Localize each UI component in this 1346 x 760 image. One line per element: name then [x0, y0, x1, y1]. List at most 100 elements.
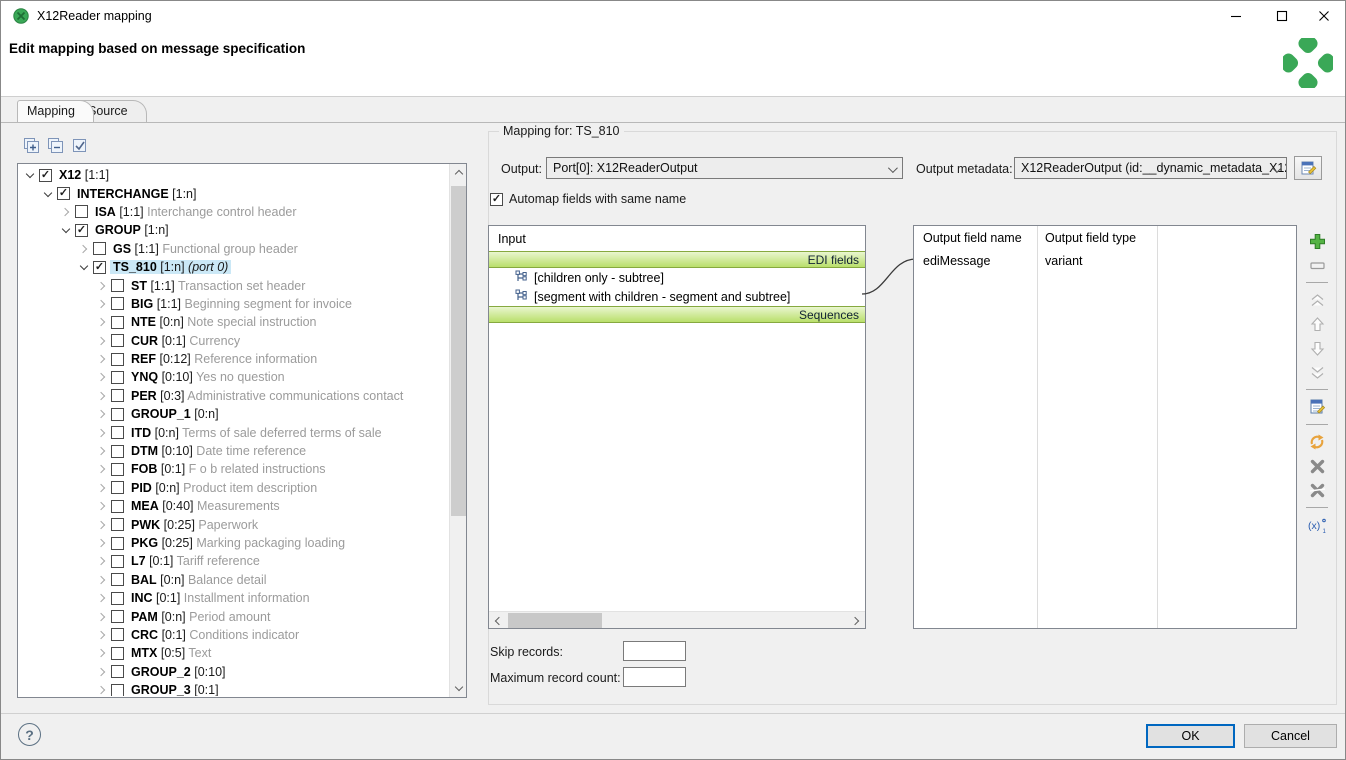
tree-item-ST[interactable]: ST [1:1] Transaction set header — [18, 276, 449, 294]
tree-checkbox[interactable] — [111, 647, 124, 660]
input-mapping-option[interactable]: [segment with children - segment and sub… — [489, 287, 865, 306]
tree-checkbox[interactable] — [111, 481, 124, 494]
expand-arrow-icon[interactable] — [94, 609, 110, 625]
tree-item-ITD[interactable]: ITD [0:n] Terms of sale deferred terms o… — [18, 423, 449, 441]
tree-item-PWK[interactable]: PWK [0:25] Paperwork — [18, 515, 449, 533]
expand-arrow-icon[interactable] — [94, 443, 110, 459]
tree-checkbox[interactable] — [111, 353, 124, 366]
scroll-right-icon[interactable] — [848, 612, 865, 629]
select-metadata-icon[interactable] — [1307, 397, 1327, 417]
maximize-button[interactable] — [1265, 1, 1299, 31]
skip-records-input[interactable] — [623, 641, 686, 661]
expand-arrow-icon[interactable] — [94, 535, 110, 551]
tree-checkbox[interactable] — [111, 518, 124, 531]
expand-arrow-icon[interactable] — [94, 388, 110, 404]
tree-item-CUR[interactable]: CUR [0:1] Currency — [18, 332, 449, 350]
minimize-button[interactable] — [1219, 1, 1253, 31]
automap-checkbox[interactable]: ✓ — [490, 193, 503, 206]
tree-item-YNQ[interactable]: YNQ [0:10] Yes no question — [18, 368, 449, 386]
tree-item-PID[interactable]: PID [0:n] Product item description — [18, 479, 449, 497]
tree-item-ISA[interactable]: ISA [1:1] Interchange control header — [18, 203, 449, 221]
tree-item-BIG[interactable]: BIG [1:1] Beginning segment for invoice — [18, 295, 449, 313]
expand-arrow-icon[interactable] — [94, 682, 110, 696]
tree-checkbox[interactable] — [111, 610, 124, 623]
tree-checkbox[interactable] — [111, 279, 124, 292]
collapse-arrow-icon[interactable] — [22, 167, 38, 183]
tree-item-GROUP_1[interactable]: GROUP_1 [0:n] — [18, 405, 449, 423]
expand-arrow-icon[interactable] — [94, 498, 110, 514]
tree-checkbox[interactable] — [111, 445, 124, 458]
tree-checkbox[interactable] — [111, 684, 124, 696]
tree-checkbox[interactable] — [111, 389, 124, 402]
tree-item-CRC[interactable]: CRC [0:1] Conditions indicator — [18, 626, 449, 644]
input-horizontal-scrollbar[interactable] — [489, 611, 865, 628]
tree-item-DTM[interactable]: DTM [0:10] Date time reference — [18, 442, 449, 460]
output-field-table[interactable]: Output field name Output field type ediM… — [913, 225, 1297, 629]
cancel-automap-icon[interactable] — [1307, 456, 1327, 476]
tree-checkbox[interactable] — [111, 371, 124, 384]
expand-arrow-icon[interactable] — [94, 461, 110, 477]
collapse-arrow-icon[interactable] — [76, 259, 92, 275]
move-down-icon[interactable] — [1307, 338, 1327, 358]
tree-item-MTX[interactable]: MTX [0:5] Text — [18, 644, 449, 662]
expand-arrow-icon[interactable] — [94, 351, 110, 367]
tree-item-FOB[interactable]: FOB [0:1] F o b related instructions — [18, 460, 449, 478]
tree-checkbox[interactable] — [111, 408, 124, 421]
expand-arrow-icon[interactable] — [94, 645, 110, 661]
expand-arrow-icon[interactable] — [94, 369, 110, 385]
tree-item-GROUP_3[interactable]: GROUP_3 [0:1] — [18, 681, 449, 696]
tree-item-INC[interactable]: INC [0:1] Installment information — [18, 589, 449, 607]
tree-checkbox[interactable]: ✓ — [93, 261, 106, 274]
tree-item-GROUP[interactable]: ✓GROUP [1:n] — [18, 221, 449, 239]
ok-button[interactable]: OK — [1146, 724, 1235, 748]
expand-arrow-icon[interactable] — [94, 664, 110, 680]
tree-item-PAM[interactable]: PAM [0:n] Period amount — [18, 607, 449, 625]
tree-checkbox[interactable] — [111, 592, 124, 605]
tree-checkbox[interactable] — [111, 537, 124, 550]
expand-arrow-icon[interactable] — [94, 296, 110, 312]
cancel-all-automap-icon[interactable] — [1307, 480, 1327, 500]
output-metadata-combo[interactable]: X12ReaderOutput (id:__dynamic_metadata_X… — [1014, 157, 1287, 179]
scroll-up-icon[interactable] — [450, 164, 467, 181]
close-button[interactable] — [1307, 1, 1341, 31]
remove-field-icon[interactable] — [1307, 255, 1327, 275]
tab-mapping[interactable]: Mapping — [17, 100, 94, 123]
tree-item-INTERCHANGE[interactable]: ✓INTERCHANGE [1:n] — [18, 184, 449, 202]
tree-item-BAL[interactable]: BAL [0:n] Balance detail — [18, 571, 449, 589]
expression-icon[interactable]: (x)1 — [1307, 515, 1327, 535]
tree-item-X12[interactable]: ✓X12 [1:1] — [18, 166, 449, 184]
tree-checkbox[interactable] — [111, 334, 124, 347]
add-field-icon[interactable] — [1307, 231, 1327, 251]
tree-checkbox[interactable] — [111, 316, 124, 329]
expand-arrow-icon[interactable] — [94, 590, 110, 606]
input-mapping-option[interactable]: [children only - subtree] — [489, 268, 865, 287]
move-up-icon[interactable] — [1307, 314, 1327, 334]
tree-item-GS[interactable]: GS [1:1] Functional group header — [18, 240, 449, 258]
collapse-arrow-icon[interactable] — [40, 186, 56, 202]
max-record-count-input[interactable] — [623, 667, 686, 687]
expand-arrow-icon[interactable] — [94, 406, 110, 422]
tree-checkbox[interactable] — [111, 500, 124, 513]
collapse-all-icon[interactable] — [47, 137, 64, 154]
expand-arrow-icon[interactable] — [94, 553, 110, 569]
move-bottom-icon[interactable] — [1307, 362, 1327, 382]
expand-arrow-icon[interactable] — [58, 204, 74, 220]
tree-item-NTE[interactable]: NTE [0:n] Note special instruction — [18, 313, 449, 331]
tree-checkbox[interactable] — [111, 463, 124, 476]
tree-checkbox[interactable] — [111, 665, 124, 678]
expand-arrow-icon[interactable] — [94, 278, 110, 294]
tree-vertical-scrollbar[interactable] — [449, 164, 466, 697]
scroll-left-icon[interactable] — [489, 612, 506, 629]
tree-checkbox[interactable]: ✓ — [75, 224, 88, 237]
expand-arrow-icon[interactable] — [94, 517, 110, 533]
expand-arrow-icon[interactable] — [94, 425, 110, 441]
tree-checkbox[interactable] — [75, 205, 88, 218]
expand-arrow-icon[interactable] — [94, 627, 110, 643]
tree-checkbox[interactable] — [111, 628, 124, 641]
tree-item-REF[interactable]: REF [0:12] Reference information — [18, 350, 449, 368]
collapse-arrow-icon[interactable] — [58, 222, 74, 238]
tree-checkbox[interactable] — [111, 555, 124, 568]
tree-checkbox[interactable] — [111, 426, 124, 439]
output-field-type-cell[interactable]: variant — [1045, 254, 1083, 268]
edit-metadata-button[interactable] — [1294, 156, 1322, 180]
